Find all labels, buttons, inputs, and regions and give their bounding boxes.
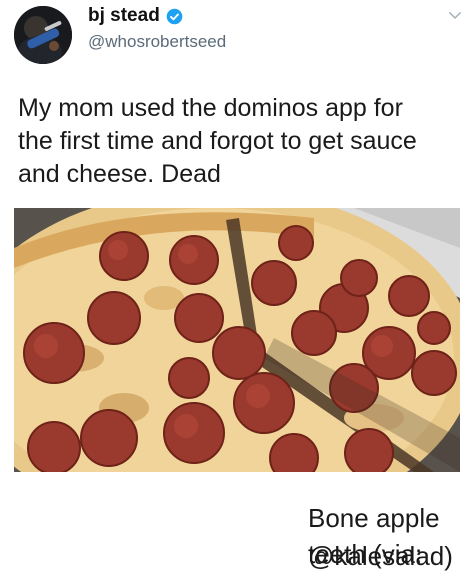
display-name-row: bj stead bbox=[88, 5, 183, 27]
pizza-photo[interactable] bbox=[14, 208, 460, 472]
tweet-card: bj stead @whosrobertseed My mom used the… bbox=[0, 0, 474, 472]
verified-badge-icon bbox=[166, 8, 183, 24]
avatar[interactable] bbox=[14, 6, 72, 64]
pizza-image bbox=[14, 208, 460, 472]
chevron-down-icon[interactable] bbox=[446, 6, 464, 24]
caption-line-2[interactable]: @kalesalad) bbox=[308, 538, 453, 574]
display-name[interactable]: bj stead bbox=[88, 5, 160, 27]
user-handle[interactable]: @whosrobertseed bbox=[88, 32, 226, 52]
tweet-text: My mom used the dominos app for the firs… bbox=[18, 94, 417, 188]
avatar-image bbox=[14, 6, 72, 64]
